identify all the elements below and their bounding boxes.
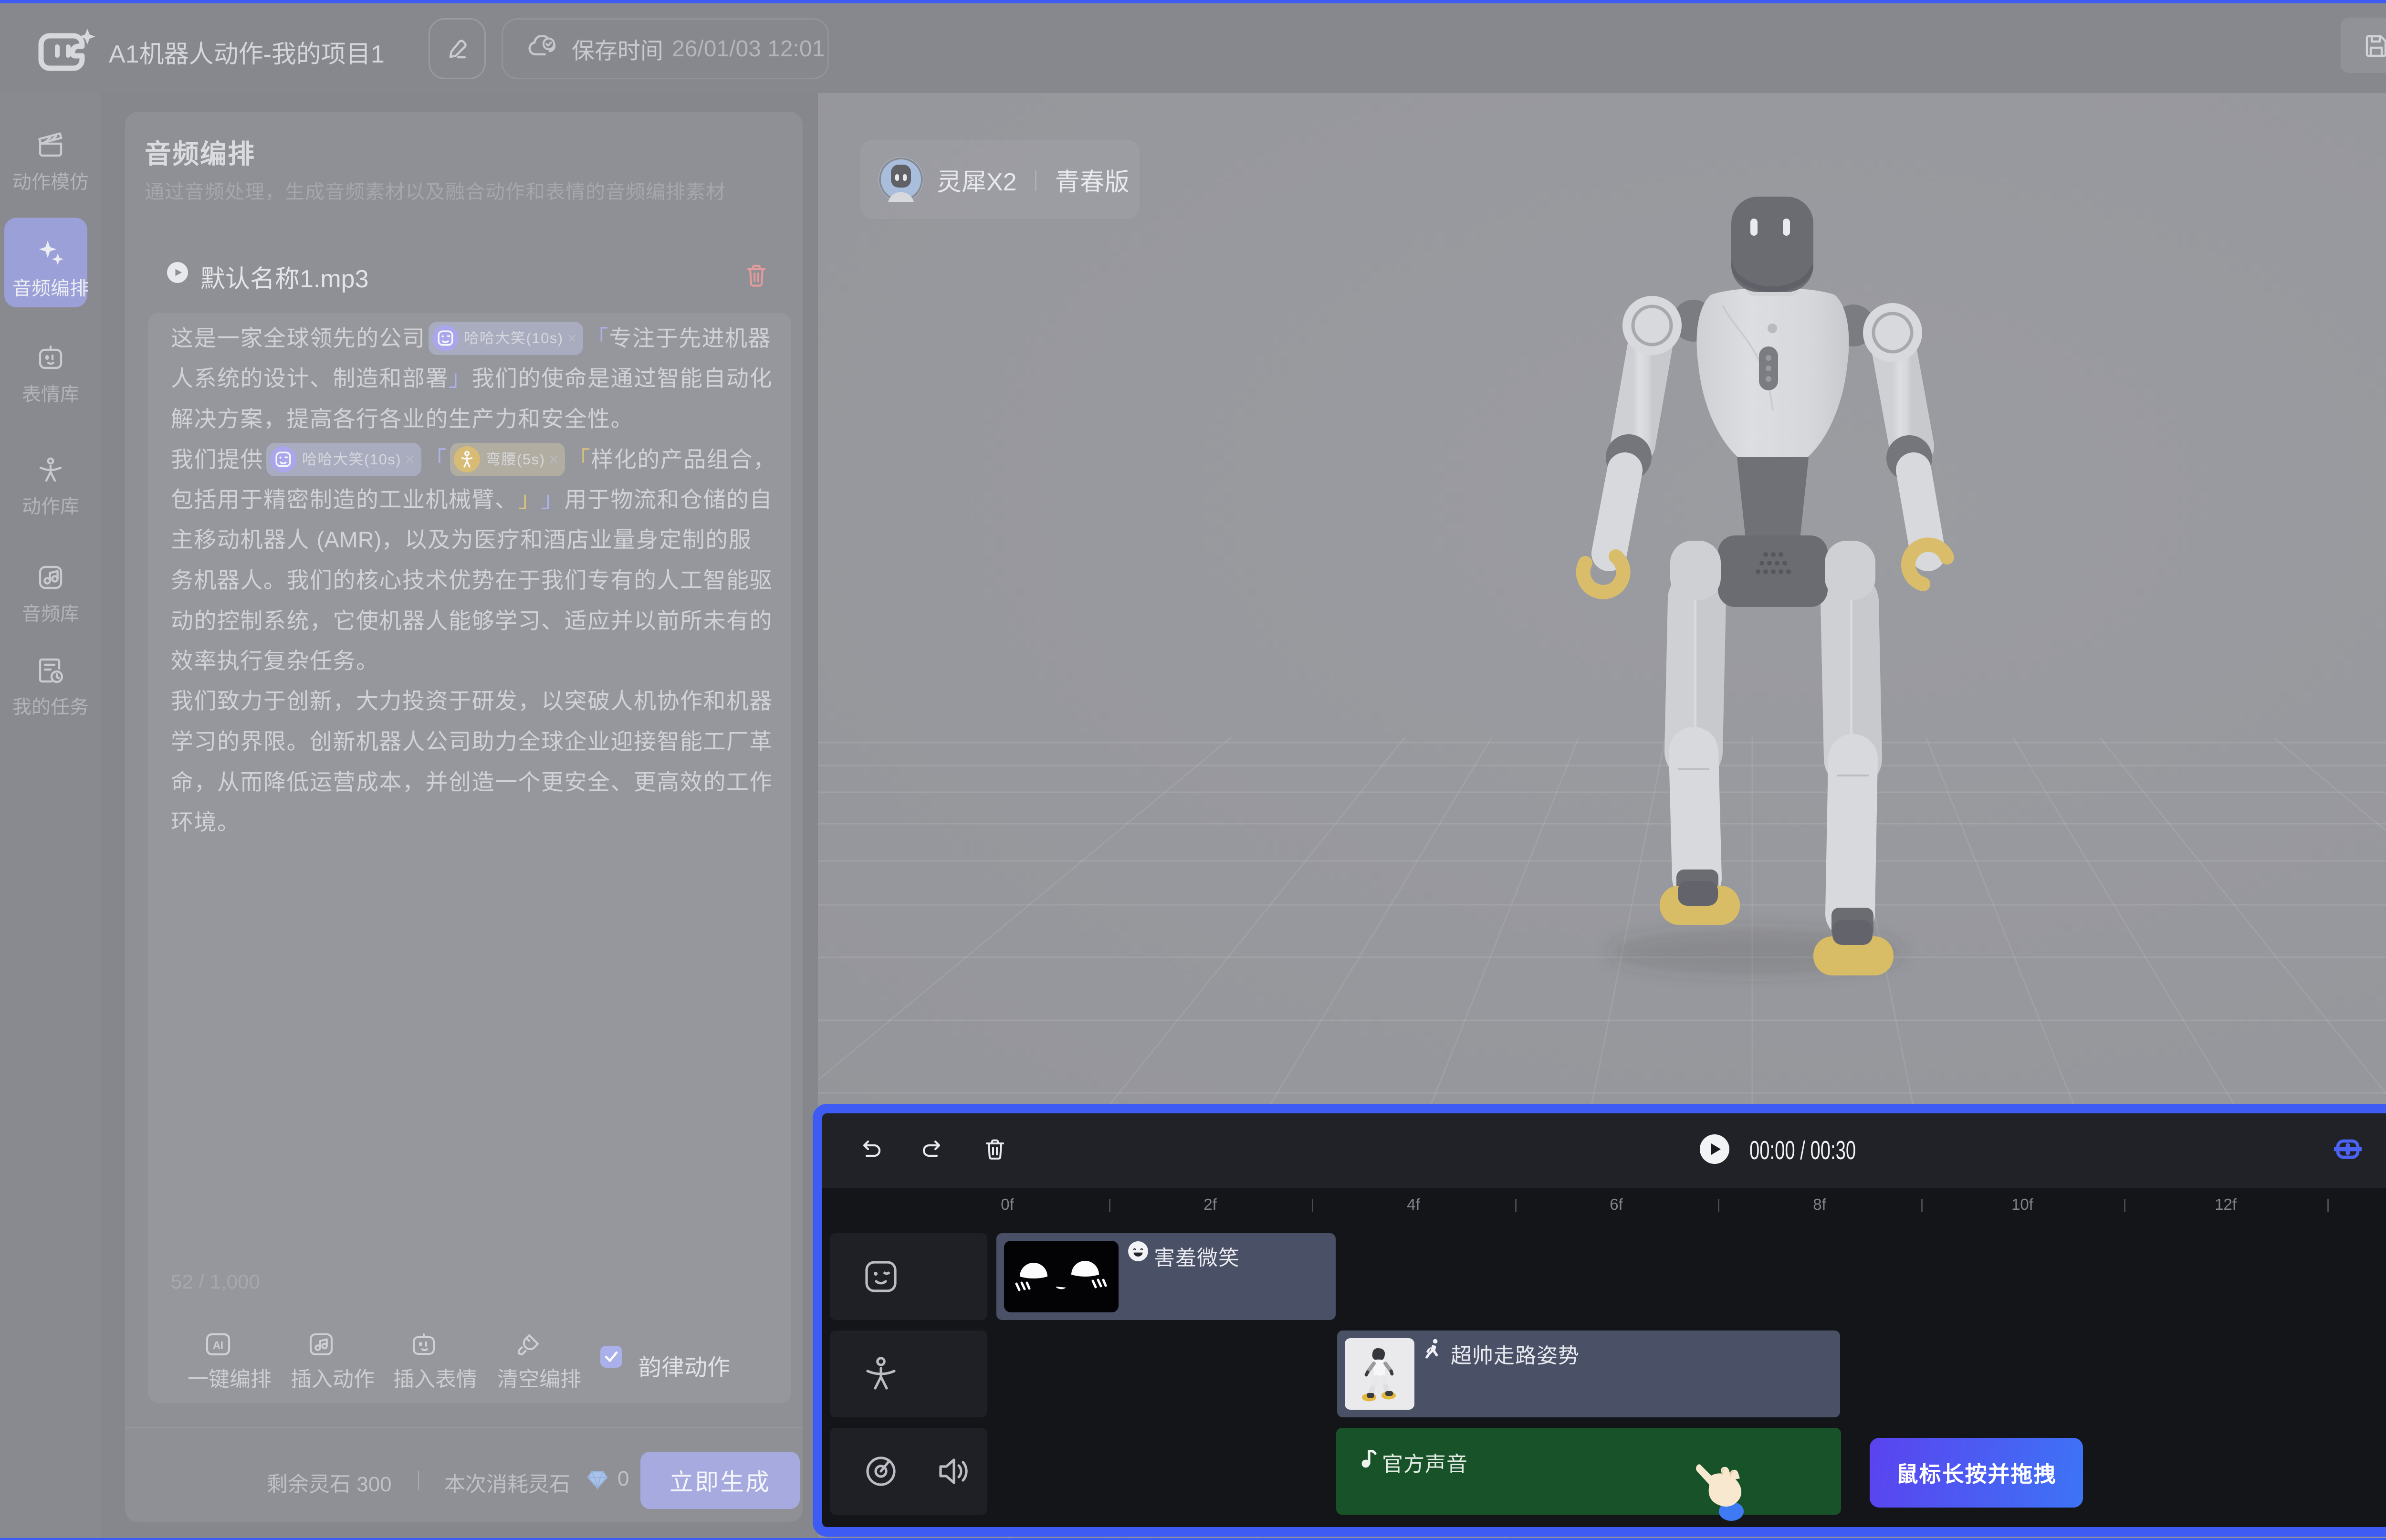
- svg-text:AI: AI: [213, 1340, 223, 1351]
